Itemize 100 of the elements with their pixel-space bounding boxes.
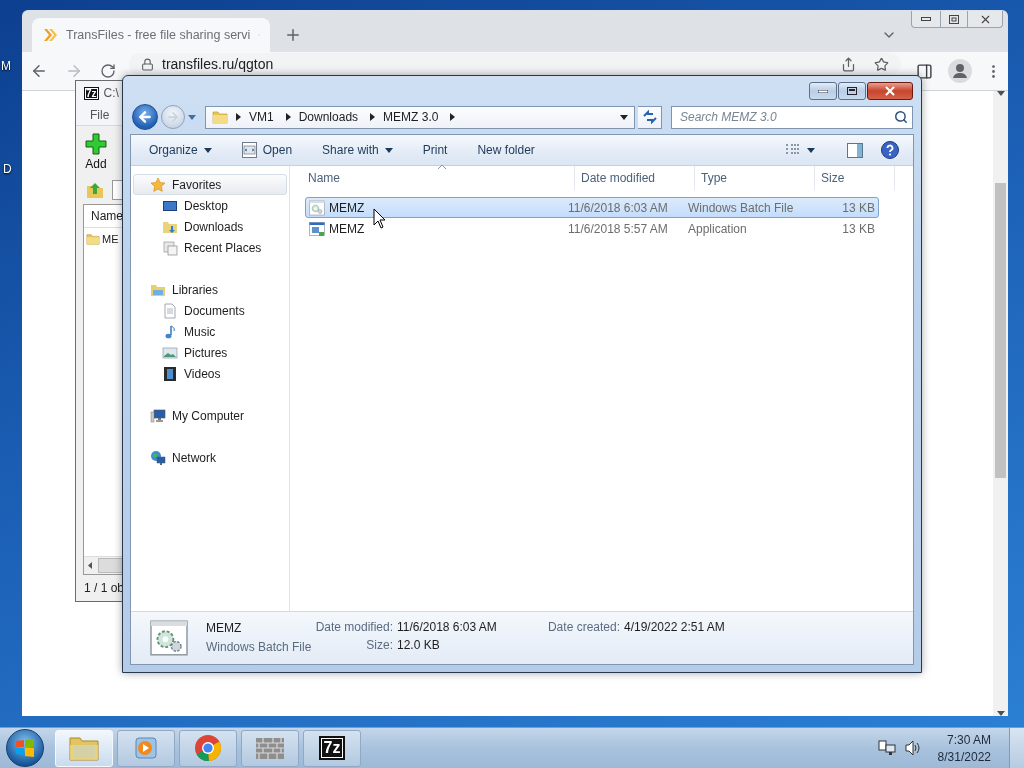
chevron-icon bbox=[285, 113, 291, 121]
share-icon[interactable] bbox=[841, 56, 856, 72]
column-header[interactable]: Type bbox=[695, 166, 815, 190]
back-button[interactable] bbox=[132, 104, 158, 130]
toolbar-menu-button[interactable]: Share with bbox=[314, 138, 401, 162]
nav-item[interactable]: Libraries bbox=[133, 279, 287, 300]
maximize-button[interactable] bbox=[838, 82, 866, 100]
taskbar-button[interactable] bbox=[179, 729, 237, 767]
size-cell-text: 13 KB bbox=[841, 200, 876, 215]
cursor-icon bbox=[373, 208, 386, 229]
column-header[interactable]: Name bbox=[91, 209, 123, 223]
file-name: MEMZ bbox=[329, 200, 365, 215]
column-header[interactable]: Name bbox=[302, 166, 575, 190]
forward-arrow-icon bbox=[166, 110, 180, 124]
type-cell-text: Application bbox=[687, 221, 748, 236]
clock-time[interactable]: 7:30 AM bbox=[946, 732, 991, 747]
type-cell-text: Windows Batch File bbox=[687, 200, 795, 215]
film-icon bbox=[162, 365, 178, 382]
plus-icon bbox=[85, 133, 107, 155]
back-icon[interactable] bbox=[30, 62, 48, 80]
toolbar-menu-button[interactable]: Organize bbox=[141, 138, 220, 162]
search-field[interactable]: Search MEMZ 3.0 bbox=[671, 105, 913, 129]
star-icon bbox=[150, 176, 166, 193]
folder-up-icon[interactable] bbox=[86, 181, 104, 199]
chevron-icon bbox=[370, 113, 376, 121]
toolbar-button[interactable]: Print bbox=[414, 138, 456, 162]
clock-date[interactable]: 8/31/2022 bbox=[937, 749, 991, 764]
window-title: C:\ bbox=[103, 86, 119, 100]
archiver-logo: 7z bbox=[84, 86, 99, 100]
brick-wall-icon bbox=[254, 735, 286, 761]
archive-item-name[interactable]: ME bbox=[102, 233, 119, 245]
folder-icon bbox=[212, 109, 228, 125]
address-bar[interactable]: transfiles.ru/qgton bbox=[129, 53, 901, 75]
nav-item[interactable]: Videos bbox=[133, 363, 287, 384]
nav-item[interactable]: Downloads bbox=[133, 216, 287, 237]
scroll-left-icon[interactable] bbox=[88, 562, 92, 569]
help-button[interactable] bbox=[879, 139, 901, 161]
preview-pane-button[interactable] bbox=[845, 140, 865, 160]
detail-label: Date modified: bbox=[315, 620, 393, 634]
help-icon bbox=[881, 141, 899, 159]
file-name: MEMZ bbox=[329, 221, 365, 236]
profile-avatar-icon[interactable] bbox=[948, 59, 972, 83]
recent-places-icon bbox=[162, 239, 178, 256]
application-icon bbox=[309, 220, 325, 237]
chevron-icon bbox=[450, 113, 456, 121]
folder-icon bbox=[68, 734, 100, 762]
media-player-icon bbox=[133, 735, 159, 761]
nav-item[interactable]: Desktop bbox=[133, 195, 287, 216]
minimize-icon[interactable] bbox=[921, 17, 931, 21]
refresh-icon bbox=[641, 110, 658, 124]
nav-item[interactable]: Recent Places bbox=[133, 237, 287, 258]
archiver-logo: 7z bbox=[318, 736, 346, 760]
network-icon[interactable] bbox=[877, 740, 896, 756]
maximize-icon[interactable] bbox=[949, 14, 959, 24]
nav-item[interactable]: My Computer bbox=[133, 405, 287, 426]
detail-label: Size: bbox=[366, 638, 393, 652]
scrollbar[interactable] bbox=[993, 91, 1008, 716]
desktop-icon-label: M bbox=[1, 59, 11, 73]
taskbar-button[interactable]: 7z bbox=[303, 729, 361, 767]
batch-file-icon bbox=[309, 199, 325, 216]
lock-icon bbox=[141, 57, 154, 71]
column-header[interactable]: Date modified bbox=[575, 166, 695, 190]
volume-icon[interactable] bbox=[903, 740, 922, 756]
browser-tab[interactable]: TransFiles - free file sharing servi bbox=[32, 18, 270, 52]
nav-item[interactable]: Network bbox=[133, 447, 287, 468]
caret-icon bbox=[807, 147, 815, 153]
toolbar-button[interactable]: New folder bbox=[469, 138, 543, 162]
chevron-icon bbox=[236, 113, 241, 121]
detail-value: 11/6/2018 6:03 AM bbox=[397, 620, 498, 634]
search-icon[interactable] bbox=[894, 109, 908, 124]
bookmark-star-icon[interactable] bbox=[874, 56, 889, 72]
start-button[interactable] bbox=[6, 729, 44, 767]
date-cell-text: 11/6/2018 5:57 AM bbox=[567, 221, 669, 236]
nav-item[interactable]: Favorites bbox=[133, 174, 287, 195]
nav-item[interactable]: Documents bbox=[133, 300, 287, 321]
new-tab-icon[interactable] bbox=[284, 26, 302, 44]
preview-pane-icon bbox=[847, 142, 863, 158]
close-button[interactable] bbox=[867, 82, 913, 100]
side-panel-icon[interactable] bbox=[916, 62, 933, 80]
nav-item[interactable]: Music bbox=[133, 321, 287, 342]
address-bar[interactable]: VM1 Downloads MEMZ 3.0 bbox=[205, 105, 635, 129]
size-cell-text: 13 KB bbox=[841, 221, 876, 236]
caret-icon bbox=[620, 114, 628, 120]
refresh-button[interactable] bbox=[638, 105, 662, 129]
file-row[interactable]: MEMZ 11/6/2018 5:57 AM Application 13 KB bbox=[305, 218, 879, 239]
caret-icon bbox=[996, 711, 1005, 716]
network-icon bbox=[150, 449, 166, 466]
reload-icon[interactable] bbox=[100, 63, 116, 79]
minimize-button[interactable] bbox=[809, 82, 837, 100]
scrollbar[interactable] bbox=[84, 556, 124, 574]
file-type: Windows Batch File bbox=[206, 639, 313, 655]
toolbar-button[interactable]: Open bbox=[233, 138, 301, 162]
column-header[interactable]: Size bbox=[815, 166, 895, 190]
windows-logo-icon bbox=[15, 738, 35, 758]
details-view-icon bbox=[785, 143, 801, 157]
document-icon bbox=[162, 302, 178, 319]
file-row[interactable]: MEMZ 11/6/2018 6:03 AM Windows Batch File 13 KB bbox=[305, 197, 879, 218]
detail-label: Date created: bbox=[547, 620, 620, 634]
add-button[interactable]: Add bbox=[76, 126, 116, 178]
nav-item[interactable]: Pictures bbox=[133, 342, 287, 363]
